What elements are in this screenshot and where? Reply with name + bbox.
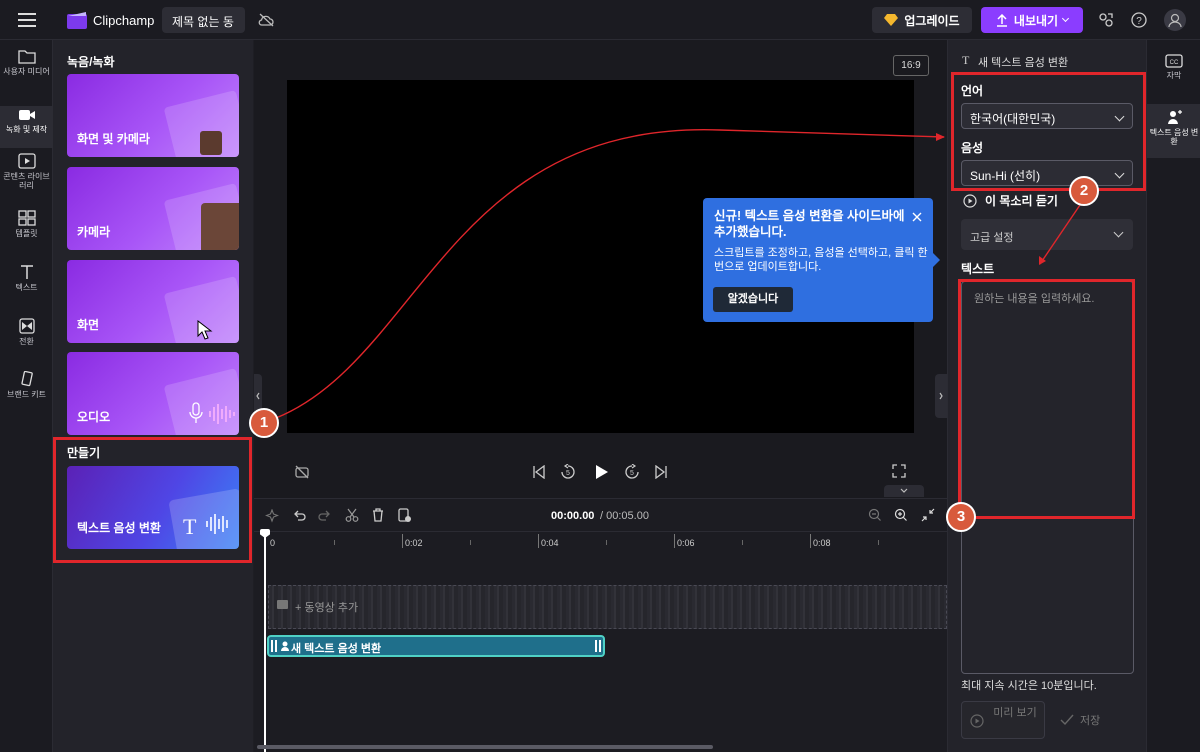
annotation-badge-2: 2 [1069, 176, 1099, 206]
highlight-language-voice [951, 72, 1146, 191]
highlight-text-input [958, 279, 1135, 519]
annotation-badge-3: 3 [946, 502, 976, 532]
highlight-create-section [53, 437, 252, 563]
annotation-badge-1: 1 [249, 408, 279, 438]
